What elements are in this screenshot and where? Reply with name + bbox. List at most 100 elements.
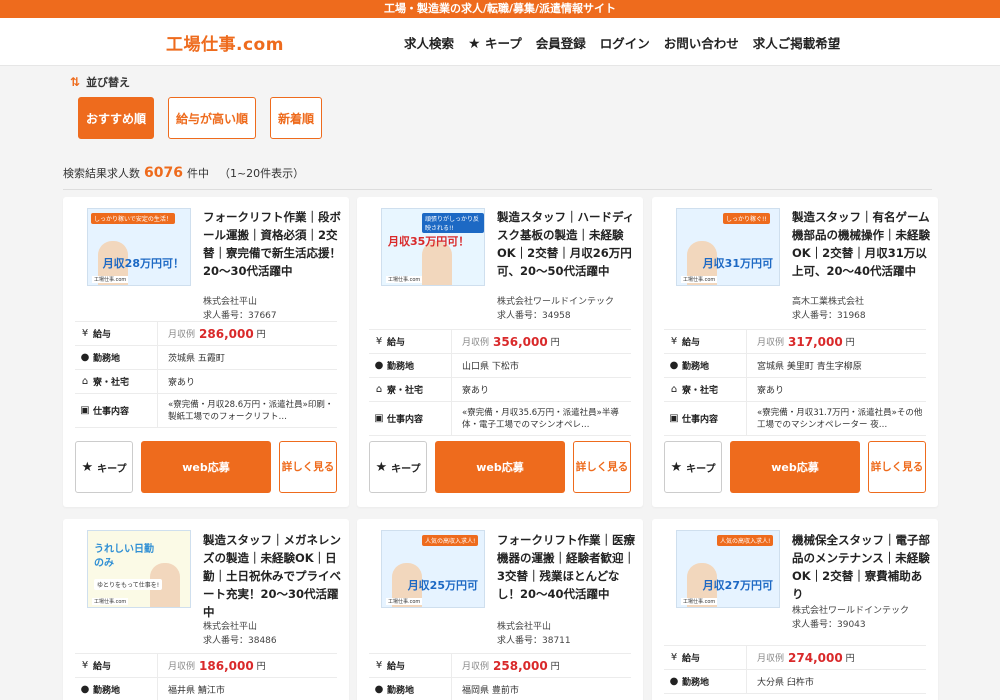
job-thumbnail[interactable]: 人気の高収入求人! 月収27万円可 工場仕事.com — [676, 530, 780, 608]
thumb-brand: 工場仕事.com — [386, 276, 423, 283]
nav-login[interactable]: ログイン — [600, 33, 650, 52]
location-value: 宮城県 美里町 青生字柳原 — [746, 354, 926, 377]
job-title[interactable]: フォークリフト作業｜医療機器の運搬｜経験者歓迎｜3交替｜残業ほとんどなし！20〜… — [497, 531, 635, 603]
sort-recommended-button[interactable]: おすすめ順 — [78, 97, 155, 139]
job-card[interactable]: 人気の高収入求人! 月収27万円可 工場仕事.com 機械保全スタッフ｜電子部品… — [652, 519, 938, 700]
thumb-ribbon: 人気の高収入求人! — [717, 535, 774, 546]
job-details: ¥ 給与 月収例 317,000 円 ● 勤務地 宮城県 美里町 青生字柳原 ⌂ 寮… — [664, 329, 926, 436]
salary-note: 月収例 — [462, 662, 490, 672]
nav-keep-label: キープ — [484, 36, 522, 51]
salary-note: 月収例 — [757, 654, 785, 664]
nav-job-search[interactable]: 求人検索 — [404, 33, 454, 52]
sort-label: 並び替え — [86, 76, 131, 89]
thumb-salary: 月収28万円可！ — [102, 257, 184, 270]
apply-button[interactable]: web応募 — [435, 441, 565, 493]
keep-button[interactable]: ★ キープ — [664, 441, 722, 493]
sort-icon: ⇅ — [70, 75, 81, 89]
thumb-brand: 工場仕事.com — [92, 598, 129, 605]
job-label: 仕事内容 — [93, 407, 130, 417]
location-value: 山口県 下松市 — [451, 354, 631, 377]
sort-salary-button[interactable]: 給与が高い順 — [168, 97, 257, 139]
dorm-row: ⌂ 寮・社宅 寮あり — [664, 378, 926, 402]
job-thumbnail[interactable]: うれしい日勤のみ ゆとりをもって仕事を! 工場仕事.com — [87, 530, 191, 608]
briefcase-icon: ▣ — [669, 413, 679, 424]
site-header: 工場仕事.com 求人検索 ★ キープ 会員登録 ログイン お問い合わせ 求人ご… — [0, 18, 1000, 66]
company-name: 高木工業株式会社 — [792, 297, 865, 307]
keep-button[interactable]: ★ キープ — [75, 441, 133, 493]
job-title[interactable]: 製造スタッフ｜有名ゲーム機部品の機械操作｜未経験OK｜2交替｜月収31万以上可、… — [792, 208, 930, 280]
job-card[interactable]: しっかり稼ぐ!! 月収31万円可 工場仕事.com 製造スタッフ｜有名ゲーム機部… — [652, 197, 938, 507]
keep-button[interactable]: ★ キープ — [369, 441, 427, 493]
job-details: ¥ 給与 月収例 274,000 円 ● 勤務地 大分県 臼杵市 — [664, 645, 926, 694]
job-row: ▣ 仕事内容 «寮完備・月収35.6万円・派遣社員»半導体・電子工場でのマシンオ… — [369, 402, 631, 436]
sort-newest-button[interactable]: 新着順 — [270, 97, 323, 139]
sort-options: おすすめ順 給与が高い順 新着順 — [78, 97, 323, 139]
card-actions: ★ キープ web応募 詳しく見る — [664, 441, 926, 493]
job-value: «寮完備・月収31.7万円・派遣社員»その他工場でのマシンオペレーター 夜… — [746, 402, 926, 435]
salary-row: ¥ 給与 月収例 258,000 円 — [369, 654, 631, 678]
job-thumbnail[interactable]: しっかり稼いで安定の生活！ 月収28万円可！ 工場仕事.com — [87, 208, 191, 286]
nav-register[interactable]: 会員登録 — [536, 33, 586, 52]
apply-button[interactable]: web応募 — [730, 441, 860, 493]
salary-value: 317,000 — [788, 334, 843, 349]
keep-label: キープ — [686, 463, 716, 475]
job-id: 求人番号：38711 — [497, 636, 571, 646]
house-icon: ⌂ — [670, 384, 678, 395]
job-card[interactable]: うれしい日勤のみ ゆとりをもって仕事を! 工場仕事.com 製造スタッフ｜メガネ… — [63, 519, 349, 700]
job-title[interactable]: 製造スタッフ｜ハードディスク基板の製造｜未経験OK｜2交替｜月収26万円可、20… — [497, 208, 635, 280]
thumb-ribbon: しっかり稼いで安定の生活！ — [91, 213, 175, 224]
location-label: 勤務地 — [387, 362, 415, 372]
yen-icon: ¥ — [670, 336, 678, 347]
salary-label: 給与 — [387, 338, 406, 348]
detail-button[interactable]: 詳しく見る — [868, 441, 926, 493]
job-card[interactable]: 頑張りがしっかり反映される!! 月収35万円可！ 工場仕事.com 製造スタッフ… — [357, 197, 643, 507]
salary-row: ¥ 給与 月収例 317,000 円 — [664, 330, 926, 354]
job-details: ¥ 給与 月収例 186,000 円 ● 勤務地 福井県 鯖江市 — [75, 653, 337, 700]
job-id: 求人番号：37667 — [203, 311, 277, 321]
job-thumbnail[interactable]: 人気の高収入求人! 月収25万円可 工場仕事.com — [381, 530, 485, 608]
job-title[interactable]: 機械保全スタッフ｜電子部品のメンテナンス｜未経験OK｜2交替｜寮費補助あり — [792, 531, 930, 603]
location-label: 勤務地 — [93, 686, 121, 696]
job-details: ¥ 給与 月収例 258,000 円 ● 勤務地 福岡県 豊前市 — [369, 653, 631, 700]
salary-value: 258,000 — [493, 658, 548, 673]
salary-value: 286,000 — [199, 326, 254, 341]
yen-icon: ¥ — [375, 336, 383, 347]
dorm-row: ⌂ 寮・社宅 寮あり — [75, 370, 337, 394]
company-name: 株式会社平山 — [203, 622, 258, 632]
thumb-salary: 月収25万円可 — [407, 579, 478, 592]
job-card[interactable]: しっかり稼いで安定の生活！ 月収28万円可！ 工場仕事.com フォークリフト作… — [63, 197, 349, 507]
job-details: ¥ 給与 月収例 356,000 円 ● 勤務地 山口県 下松市 ⌂ 寮・社宅 寮あ… — [369, 329, 631, 436]
salary-row: ¥ 給与 月収例 286,000 円 — [75, 322, 337, 346]
detail-button[interactable]: 詳しく見る — [573, 441, 631, 493]
company-name: 株式会社ワールドインテック — [792, 606, 910, 616]
house-icon: ⌂ — [375, 384, 383, 395]
location-row: ● 勤務地 福岡県 豊前市 — [369, 678, 631, 700]
thumb-brand: 工場仕事.com — [92, 276, 129, 283]
site-logo[interactable]: 工場仕事.com — [166, 30, 284, 55]
yen-unit: 円 — [845, 654, 855, 664]
location-value: 大分県 臼杵市 — [746, 670, 926, 693]
site-tagline: 工場・製造業の求人/転職/募集/派遣情報サイト — [0, 0, 1000, 18]
nav-keep[interactable]: ★ キープ — [468, 33, 522, 52]
job-thumbnail[interactable]: 頑張りがしっかり反映される!! 月収35万円可！ 工場仕事.com — [381, 208, 485, 286]
nav-contact[interactable]: お問い合わせ — [664, 33, 739, 52]
detail-button[interactable]: 詳しく見る — [279, 441, 337, 493]
location-pin-icon: ● — [669, 676, 679, 687]
job-card[interactable]: 人気の高収入求人! 月収25万円可 工場仕事.com フォークリフト作業｜医療機… — [357, 519, 643, 700]
job-id: 求人番号：38486 — [203, 636, 277, 646]
location-row: ● 勤務地 宮城県 美里町 青生字柳原 — [664, 354, 926, 378]
job-thumbnail[interactable]: しっかり稼ぐ!! 月収31万円可 工場仕事.com — [676, 208, 780, 286]
result-number: 6076 — [144, 165, 183, 181]
yen-unit: 円 — [550, 662, 560, 672]
location-label: 勤務地 — [682, 678, 710, 688]
job-title[interactable]: 製造スタッフ｜メガネレンズの製造｜未経験OK｜日勤｜土日祝休みでプライベート充実… — [203, 531, 341, 621]
nav-post-job[interactable]: 求人ご掲載希望 — [753, 33, 841, 52]
thumb-headline: うれしい日勤のみ — [94, 544, 154, 569]
apply-button[interactable]: web応募 — [141, 441, 271, 493]
job-id: 求人番号：39043 — [792, 620, 866, 630]
job-details: ¥ 給与 月収例 286,000 円 ● 勤務地 茨城県 五霞町 ⌂ 寮・社宅 寮あ… — [75, 321, 337, 428]
thumb-brand: 工場仕事.com — [386, 598, 423, 605]
thumb-ribbon: 人気の高収入求人! — [422, 535, 479, 546]
job-title[interactable]: フォークリフト作業｜段ボール運搬｜資格必須｜2交替｜寮完備で新生活応援！20〜3… — [203, 208, 341, 280]
thumb-salary: 月収27万円可 — [702, 579, 773, 592]
